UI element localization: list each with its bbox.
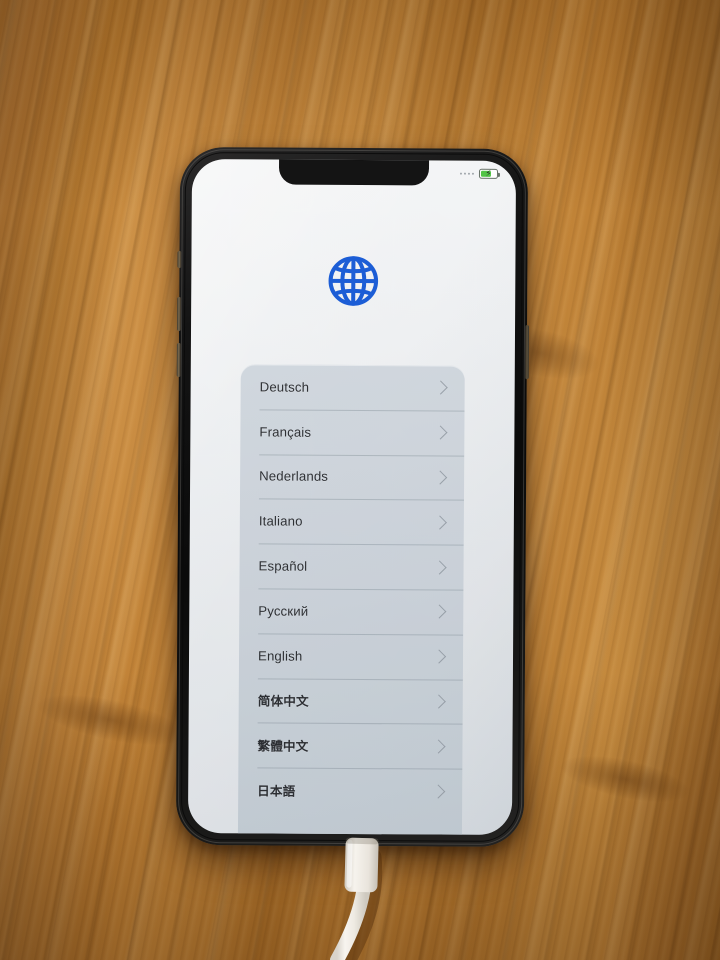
chevron-right-icon <box>431 694 446 709</box>
chevron-right-icon <box>431 784 446 799</box>
language-row[interactable]: English <box>239 633 463 679</box>
camera-notch <box>278 159 430 186</box>
volume-up-button[interactable] <box>177 296 182 331</box>
language-row-label: 日本語 <box>257 784 296 799</box>
chevron-right-icon <box>433 425 448 440</box>
language-row[interactable]: Español <box>239 544 463 590</box>
volume-down-button[interactable] <box>176 342 181 377</box>
language-row[interactable]: Nederlands <box>240 454 464 500</box>
status-bar-right: ⚡ <box>459 168 499 179</box>
language-row-label: Français <box>259 424 312 440</box>
chevron-right-icon <box>432 515 447 530</box>
chevron-right-icon <box>432 560 447 575</box>
language-row-label: 繁體中文 <box>257 739 309 755</box>
language-row-label: 简体中文 <box>257 694 309 710</box>
smartphone-device: ⚡ Deutsch Français Nederlands Italiano E… <box>175 146 530 848</box>
language-row[interactable]: Русский <box>239 588 463 634</box>
chevron-right-icon <box>431 649 447 664</box>
language-row-label: Deutsch <box>259 379 310 395</box>
language-row[interactable]: Français <box>240 409 464 455</box>
language-row[interactable]: Italiano <box>240 499 464 545</box>
photo-scene: ⚡ Deutsch Français Nederlands Italiano E… <box>0 0 720 960</box>
language-row-label: Italiano <box>258 513 303 529</box>
language-row-label: Русский <box>258 603 309 619</box>
language-row[interactable]: 繁體中文 <box>238 723 462 769</box>
language-row-label: Nederlands <box>259 468 329 485</box>
chevron-right-icon <box>433 380 448 396</box>
battery-charging-icon: ⚡ <box>478 168 499 179</box>
silent-switch[interactable] <box>177 250 182 268</box>
globe-icon <box>328 256 379 306</box>
power-button[interactable] <box>524 325 530 380</box>
globe-icon-container <box>191 252 515 310</box>
charging-bolt-icon: ⚡ <box>485 168 492 179</box>
signal-strength-icon <box>459 172 474 175</box>
language-row[interactable]: 简体中文 <box>239 678 463 724</box>
language-row[interactable]: Deutsch <box>241 364 465 410</box>
chevron-right-icon <box>433 470 448 485</box>
language-row-label: English <box>257 648 303 664</box>
device-screen: ⚡ Deutsch Français Nederlands Italiano E… <box>187 159 517 835</box>
language-row[interactable]: 日本語 <box>238 767 462 813</box>
language-list[interactable]: Deutsch Français Nederlands Italiano Español… <box>237 364 465 835</box>
language-row-label: Español <box>258 558 308 574</box>
chevron-right-icon <box>432 604 447 619</box>
chevron-right-icon <box>431 739 446 754</box>
